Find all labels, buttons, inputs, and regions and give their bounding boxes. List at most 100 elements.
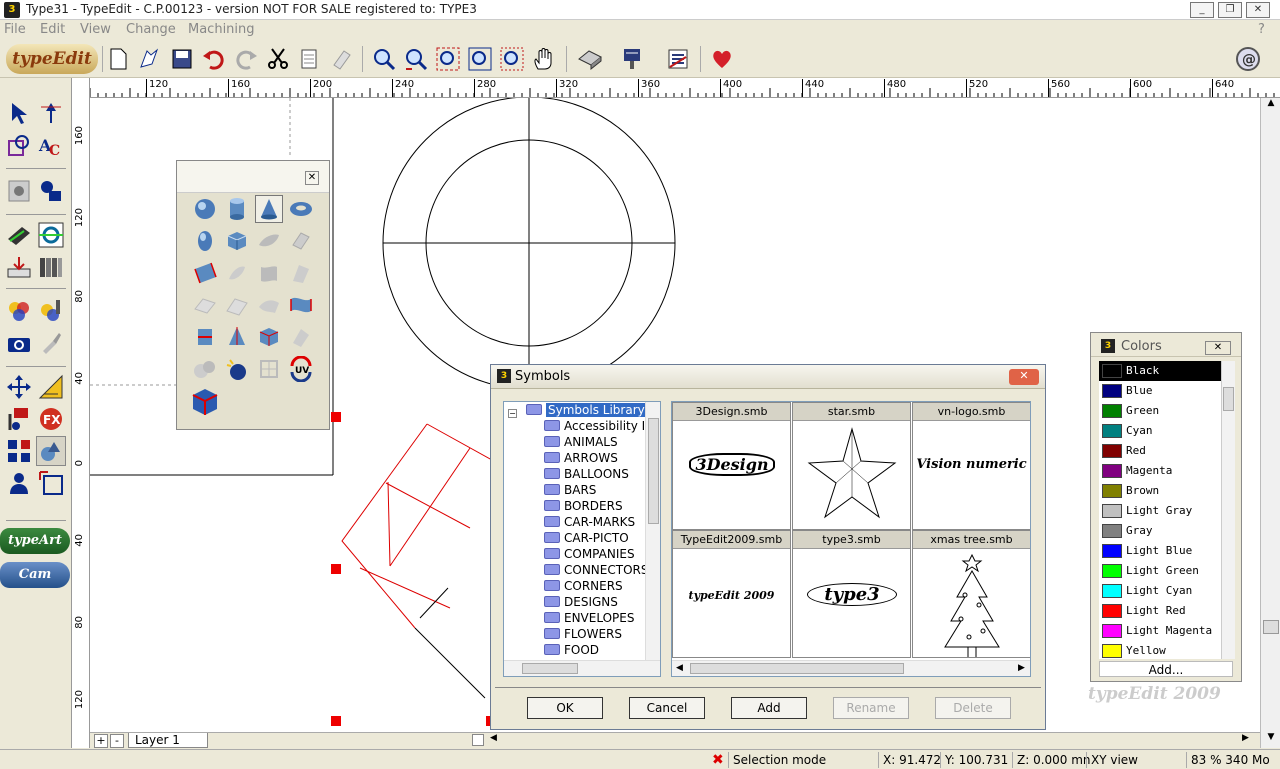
color-item[interactable]: Magenta [1099,461,1221,481]
symbol-cell[interactable]: xmas tree.smb [912,530,1030,660]
bitmap-tool-icon[interactable] [4,176,34,206]
move-arrows-icon[interactable] [4,372,34,402]
box-icon[interactable] [223,227,251,255]
color-edit-icon[interactable] [36,296,66,326]
grid-hscrollbar[interactable]: ◀ ▶ [672,660,1030,676]
tree-collapse-icon[interactable]: − [508,404,517,420]
tree-vscrollbar[interactable] [645,402,660,660]
open-icon[interactable] [136,45,164,73]
tree-item[interactable]: COMPANIES [544,546,635,562]
ruled-surface-icon[interactable] [223,259,251,287]
delete-button[interactable]: Delete [935,697,1011,719]
color-fill-icon[interactable] [4,296,34,326]
symbol-cell[interactable]: star.smb [792,402,911,530]
menu-machining[interactable]: Machining [188,22,255,37]
add-color-button[interactable]: Add... [1099,661,1233,677]
patch-icon[interactable] [255,291,283,319]
color-item[interactable]: Brown [1099,481,1221,501]
box-section-icon[interactable] [255,323,283,351]
objects-tool-icon[interactable] [36,176,66,206]
colors-close-button[interactable]: ✕ [1205,341,1231,355]
color-item[interactable]: Light Gray [1099,501,1221,521]
ok-button[interactable]: OK [527,697,603,719]
tree-item[interactable]: ANIMALS [544,434,618,450]
torus-icon[interactable] [287,195,315,223]
menu-help[interactable]: ? [1258,22,1265,37]
import-icon[interactable] [4,252,34,282]
shapes-tool-icon[interactable] [4,130,34,160]
favorite-heart-icon[interactable] [708,45,736,73]
uv-map-icon[interactable]: UV [287,355,315,383]
color-item[interactable]: Blue [1099,381,1221,401]
scroll-up-icon[interactable]: ▲ [1263,98,1279,112]
flag-surface-icon[interactable] [287,291,315,319]
tree-item[interactable]: BALLOONS [544,466,629,482]
tree-hscroll-thumb[interactable] [522,663,578,674]
restore-button[interactable]: ❐ [1218,2,1242,18]
tree-scroll-thumb[interactable] [648,418,659,524]
tree-item[interactable]: BARS [544,482,596,498]
scroll-thumb[interactable] [1263,620,1279,634]
symbols-close-button[interactable]: ✕ [1009,369,1039,385]
mesh-icon[interactable] [287,259,315,287]
zoom-icon[interactable] [370,45,398,73]
tree-item[interactable]: ARROWS [544,450,618,466]
color-item[interactable]: Light Green [1099,561,1221,581]
bomb-icon[interactable] [223,355,251,383]
machine-icon[interactable] [618,45,646,73]
menu-view[interactable]: View [80,22,111,37]
selected-grid-shape[interactable] [341,423,511,699]
vectorize-icon[interactable] [36,220,66,250]
scroll-left-icon[interactable]: ◀ [490,733,502,747]
surface-red-icon[interactable] [191,259,219,287]
tree-item[interactable]: ENVELOPES [544,610,635,626]
tree-item[interactable]: CORNERS [544,578,623,594]
text-tool-icon[interactable]: AC [36,130,66,160]
tree-item[interactable]: Accessibility Info [544,418,660,434]
grid-scroll-thumb[interactable] [690,663,904,674]
camera-icon[interactable] [4,328,34,358]
node-edit-icon[interactable] [36,98,66,128]
machining-list-icon[interactable] [664,45,692,73]
zoom-all-icon[interactable] [466,45,494,73]
library-books-icon[interactable] [36,252,66,282]
cancel-button[interactable]: Cancel [629,697,705,719]
scroll-right-icon[interactable]: ▶ [1242,733,1254,747]
target-circles[interactable] [382,98,676,390]
vertical-scrollbar[interactable]: ▲ ▼ [1260,98,1280,748]
selection-handle[interactable] [331,716,341,726]
tree-item[interactable]: CAR-MARKS [544,514,635,530]
color-item[interactable]: Light Red [1099,601,1221,621]
save-icon[interactable] [168,45,196,73]
paste-icon[interactable] [328,45,356,73]
tree-item[interactable]: CONNECTORS [544,562,648,578]
tree-item[interactable]: DESIGNS [544,594,618,610]
layer-tab[interactable]: Layer 1 [128,733,208,748]
color-item[interactable]: Light Magenta [1099,621,1221,641]
cam-button[interactable]: Cam [0,562,70,588]
coons-surface-icon[interactable] [255,259,283,287]
cone-section-icon[interactable] [223,323,251,351]
spheres-group-icon[interactable] [191,355,219,383]
color-scroll-thumb[interactable] [1223,387,1234,411]
scroll-right-icon[interactable]: ▶ [1018,663,1025,673]
transform-tool-icon[interactable] [4,404,34,434]
cone-icon[interactable] [255,195,283,223]
frame-tool-icon[interactable] [36,468,66,498]
cylinder-icon[interactable] [223,195,251,223]
symbol-cell[interactable]: TypeEdit2009.smb typeEdit 2009 [672,530,791,658]
selection-handle[interactable] [331,564,341,574]
symbol-cell[interactable]: 3Design.smb 3Design [672,402,791,530]
add-layer-button[interactable]: + [94,734,108,748]
rename-button[interactable]: Rename [833,697,909,719]
internet-icon[interactable]: @ [1234,45,1262,73]
typeart-button[interactable]: typeArt [0,528,70,554]
scroll-left-icon[interactable]: ◀ [676,663,683,673]
zoom-window-icon[interactable] [434,45,462,73]
color-item[interactable]: Cyan [1099,421,1221,441]
user-tool-icon[interactable] [4,468,34,498]
cylinder-section-icon[interactable] [191,323,219,351]
color-item[interactable]: Light Blue [1099,541,1221,561]
tree-item[interactable]: FOOD [544,642,599,658]
color-item[interactable]: Red [1099,441,1221,461]
